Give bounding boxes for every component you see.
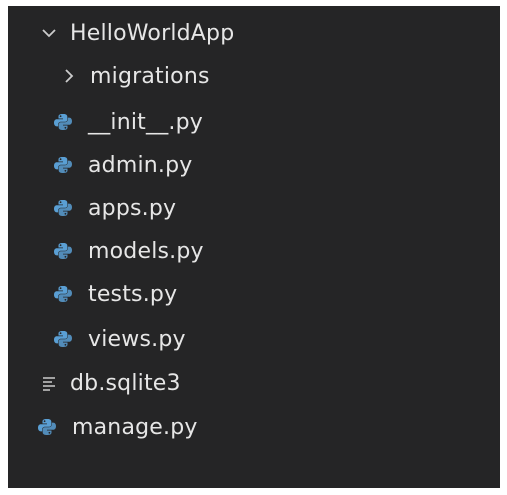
- python-icon: [52, 283, 74, 305]
- python-icon: [52, 240, 74, 262]
- folder-helloworldapp[interactable]: HelloWorldApp: [38, 12, 234, 54]
- python-icon: [52, 154, 74, 176]
- file-tests-py[interactable]: tests.py: [52, 273, 177, 315]
- file-apps-py[interactable]: apps.py: [52, 187, 176, 229]
- python-icon: [52, 328, 74, 350]
- python-icon: [52, 111, 74, 133]
- file-label: views.py: [88, 326, 186, 352]
- folder-label: migrations: [90, 63, 210, 89]
- python-icon: [52, 197, 74, 219]
- file-explorer-panel: HelloWorldApp migrations __init__.py adm…: [8, 6, 500, 488]
- file-label: manage.py: [72, 414, 198, 440]
- folder-migrations[interactable]: migrations: [58, 55, 210, 97]
- file-label: tests.py: [88, 281, 178, 307]
- file-label: apps.py: [88, 195, 177, 221]
- lines-file-icon: [38, 372, 60, 394]
- file-label: models.py: [88, 238, 204, 264]
- file-label: __init__.py: [88, 109, 203, 135]
- chevron-down-icon: [38, 22, 60, 44]
- python-icon: [36, 416, 58, 438]
- chevron-right-icon: [58, 65, 80, 87]
- file-db-sqlite3[interactable]: db.sqlite3: [38, 362, 181, 404]
- file-admin-py[interactable]: admin.py: [52, 144, 193, 186]
- file-views-py[interactable]: views.py: [52, 318, 186, 360]
- file-init-py[interactable]: __init__.py: [52, 101, 203, 143]
- file-manage-py[interactable]: manage.py: [36, 406, 198, 448]
- file-label: admin.py: [88, 152, 193, 178]
- file-label: db.sqlite3: [70, 370, 181, 396]
- folder-label: HelloWorldApp: [70, 20, 235, 46]
- file-models-py[interactable]: models.py: [52, 230, 204, 272]
